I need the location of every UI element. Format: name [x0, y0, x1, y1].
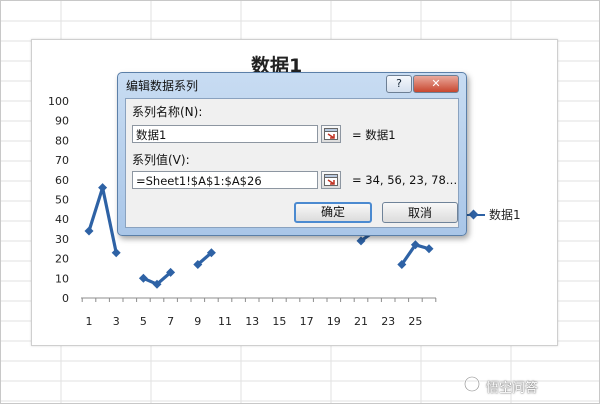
spreadsheet-window: 数据1 100 90 80 70 60 50 40 30 20 10 0 1 3 5 7 9 11 13 15 17 1… [0, 0, 600, 404]
ok-button[interactable]: 确定 [294, 202, 372, 223]
x-tick-label: 23 [381, 315, 395, 328]
data-point[interactable] [138, 273, 148, 283]
wukong-logo-icon [464, 376, 480, 392]
x-tick-label: 15 [272, 315, 286, 328]
close-button[interactable]: ✕ [413, 75, 459, 93]
x-tick-label: 9 [194, 315, 201, 328]
series-name-preview: = 数据1 [352, 128, 396, 142]
series-values-preview: = 34, 56, 23, 78… [352, 173, 458, 187]
edit-series-dialog[interactable]: 编辑数据系列 ? ✕ 系列名称(N): 数据1 = 数据1 系列值(V): =S… [117, 72, 467, 236]
x-tick-label: 19 [327, 315, 341, 328]
x-tick-label: 21 [354, 315, 368, 328]
x-tick-label: 11 [218, 315, 232, 328]
x-tick-label: 5 [140, 315, 147, 328]
y-tick-label: 90 [55, 115, 69, 128]
help-button[interactable]: ? [386, 75, 412, 93]
series-name-label: 系列名称(N): [132, 105, 203, 119]
data-point[interactable] [98, 183, 108, 193]
y-tick-label: 0 [62, 292, 69, 305]
collapse-range-button[interactable] [321, 171, 341, 189]
x-tick-label: 7 [167, 315, 174, 328]
y-tick-label: 10 [55, 272, 69, 285]
y-tick-label: 80 [55, 134, 69, 147]
data-point[interactable] [424, 244, 434, 254]
range-select-icon [324, 128, 338, 140]
chart-legend[interactable]: 数据1 [463, 206, 521, 223]
x-tick-label: 1 [86, 315, 93, 328]
series-values-input[interactable]: =Sheet1!$A$1:$A$26 [132, 171, 318, 189]
x-tick-label: 17 [300, 315, 314, 328]
range-select-icon [324, 174, 338, 186]
x-tick-label: 25 [408, 315, 422, 328]
dialog-body: 系列名称(N): 数据1 = 数据1 系列值(V): =Sheet1!$A$1:… [125, 98, 459, 228]
y-tick-label: 20 [55, 253, 69, 266]
y-tick-label: 30 [55, 233, 69, 246]
y-tick-label: 40 [55, 213, 69, 226]
series-values-label: 系列值(V): [132, 153, 190, 167]
data-point[interactable] [84, 226, 94, 236]
data-point[interactable] [111, 248, 121, 258]
series-name-input[interactable]: 数据1 [132, 125, 318, 143]
y-tick-label: 100 [48, 95, 69, 108]
x-tick-label: 13 [245, 315, 259, 328]
watermark: 悟空问答 [486, 381, 539, 396]
collapse-range-button[interactable] [321, 125, 341, 143]
y-tick-label: 50 [55, 194, 69, 207]
legend-label: 数据1 [489, 208, 521, 222]
cancel-button[interactable]: 取消 [382, 202, 458, 223]
dialog-title: 编辑数据系列 [126, 79, 199, 93]
y-tick-label: 70 [55, 154, 69, 167]
series-line[interactable] [87, 186, 118, 254]
x-tick-label: 3 [113, 315, 120, 328]
y-tick-label: 60 [55, 174, 69, 187]
